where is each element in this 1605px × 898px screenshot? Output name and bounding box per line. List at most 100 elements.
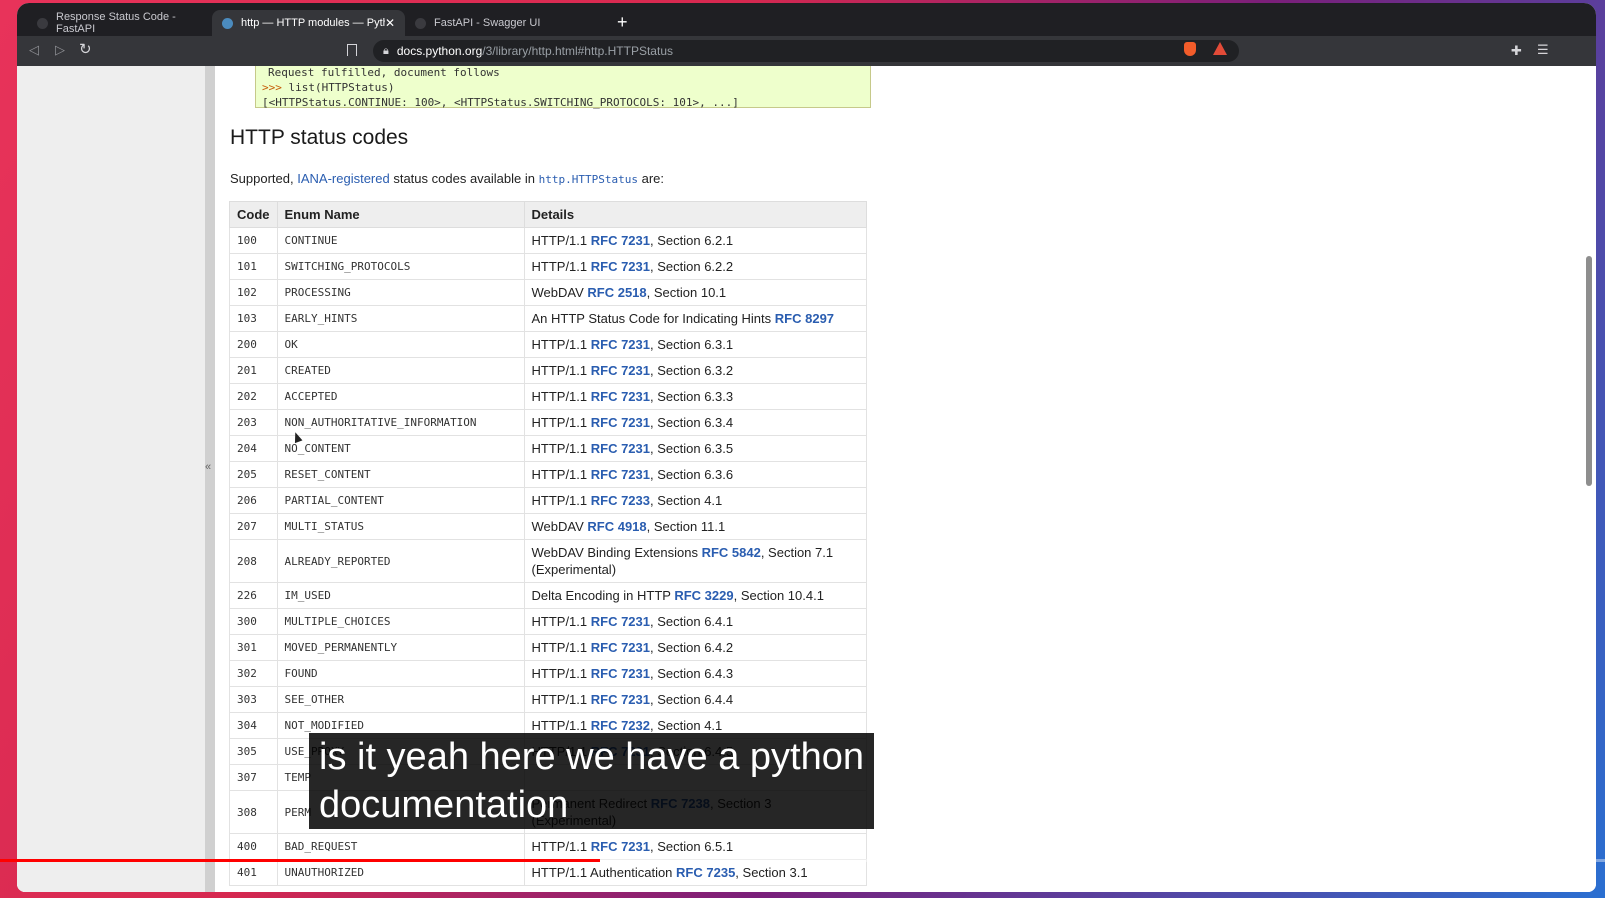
details-text: , Section 6.3.3 bbox=[650, 389, 734, 404]
table-row: 100 CONTINUE HTTP/1.1 RFC 7231, Section 6.… bbox=[229, 227, 867, 254]
brave-shields-icon[interactable] bbox=[1184, 42, 1196, 56]
rfc-link[interactable]: RFC 7231 bbox=[591, 467, 650, 482]
section-intro: Supported, IANA-registered status codes … bbox=[230, 171, 664, 186]
details-text: , Section 4.1 bbox=[650, 718, 723, 733]
details-text: , Section 6.4.3 bbox=[650, 666, 734, 681]
rfc-link[interactable]: RFC 3229 bbox=[674, 588, 733, 603]
status-code-cell: 208 bbox=[229, 539, 278, 583]
rfc-link[interactable]: RFC 2518 bbox=[587, 285, 646, 300]
table-row: 207 MULTI_STATUS WebDAV RFC 4918, Section … bbox=[229, 513, 867, 540]
table-row: 205 RESET_CONTENT HTTP/1.1 RFC 7231, Secti… bbox=[229, 461, 867, 488]
table-row: 208 ALREADY_REPORTED WebDAV Binding Extens… bbox=[229, 539, 867, 583]
enum-name-cell: MULTIPLE_CHOICES bbox=[276, 608, 525, 635]
column-header-details: Details bbox=[523, 201, 867, 228]
table-row: 303 SEE_OTHER HTTP/1.1 RFC 7231, Section 6… bbox=[229, 686, 867, 713]
status-code-cell: 207 bbox=[229, 513, 278, 540]
back-icon[interactable]: ◁ bbox=[29, 42, 39, 58]
status-code-cell: 308 bbox=[229, 790, 278, 834]
tab-http-modules[interactable]: http — HTTP modules — Pytho ✕ bbox=[212, 10, 405, 36]
status-code-cell: 206 bbox=[229, 487, 278, 514]
details-text: HTTP/1.1 bbox=[531, 233, 588, 248]
forward-icon[interactable]: ▷ bbox=[55, 42, 65, 58]
table-row: 102 PROCESSING WebDAV RFC 2518, Section 10… bbox=[229, 279, 867, 306]
details-text: HTTP/1.1 bbox=[531, 337, 588, 352]
close-tab-icon[interactable]: ✕ bbox=[385, 16, 395, 30]
table-row: 204 NO_CONTENT HTTP/1.1 RFC 7231, Section … bbox=[229, 435, 867, 462]
rfc-link[interactable]: RFC 7231 bbox=[591, 614, 650, 629]
rfc-link[interactable]: RFC 7233 bbox=[591, 493, 650, 508]
rfc-link[interactable]: RFC 7231 bbox=[591, 839, 650, 854]
enum-name-cell: FOUND bbox=[276, 660, 525, 687]
tab-response-status-code[interactable]: Response Status Code - FastAPI bbox=[27, 10, 212, 36]
enum-name-cell: ACCEPTED bbox=[276, 383, 525, 410]
details-text: , Section 6.5.1 bbox=[650, 839, 734, 854]
python-favicon-icon bbox=[222, 17, 233, 29]
details-text: , Section 3.1 bbox=[735, 865, 808, 880]
rfc-link[interactable]: RFC 7232 bbox=[591, 718, 650, 733]
address-bar[interactable]: 🔒︎ docs.python.org /3/library/http.html#… bbox=[373, 40, 1239, 62]
status-code-cell: 302 bbox=[229, 660, 278, 687]
details-cell: HTTP/1.1 RFC 7231, Section 6.3.5 bbox=[523, 435, 867, 462]
lock-icon: 🔒︎ bbox=[383, 44, 389, 57]
rfc-link[interactable]: RFC 7231 bbox=[591, 337, 650, 352]
video-progress-track[interactable] bbox=[600, 859, 1605, 862]
rfc-link[interactable]: RFC 7231 bbox=[591, 441, 650, 456]
details-cell: HTTP/1.1 RFC 7231, Section 6.4.4 bbox=[523, 686, 867, 713]
code-line: >>> list(HTTPStatus) bbox=[262, 80, 864, 95]
video-progress-bar[interactable] bbox=[0, 859, 601, 862]
details-text: , Section 10.4.1 bbox=[733, 588, 824, 603]
details-text: HTTP/1.1 bbox=[531, 389, 588, 404]
menu-icon[interactable]: ☰ bbox=[1537, 42, 1549, 58]
table-row: 302 FOUND HTTP/1.1 RFC 7231, Section 6.4.3 bbox=[229, 660, 867, 687]
code-line: Request fulfilled, document follows bbox=[268, 66, 500, 79]
details-cell: HTTP/1.1 RFC 7231, Section 6.2.1 bbox=[523, 227, 867, 254]
tab-swagger-ui[interactable]: FastAPI - Swagger UI bbox=[405, 10, 595, 36]
rfc-link[interactable]: RFC 7231 bbox=[591, 389, 650, 404]
status-code-cell: 203 bbox=[229, 409, 278, 436]
bookmark-icon[interactable] bbox=[347, 44, 357, 56]
enum-name-cell: SEE_OTHER bbox=[276, 686, 525, 713]
table-row: 201 CREATED HTTP/1.1 RFC 7231, Section 6.3… bbox=[229, 357, 867, 384]
intro-text: status codes available in bbox=[393, 171, 535, 186]
rfc-link[interactable]: RFC 7231 bbox=[591, 233, 650, 248]
details-text: HTTP/1.1 bbox=[531, 640, 588, 655]
details-cell: HTTP/1.1 RFC 7231, Section 6.4.2 bbox=[523, 634, 867, 661]
rfc-link[interactable]: RFC 7231 bbox=[591, 666, 650, 681]
enum-name-cell: RESET_CONTENT bbox=[276, 461, 525, 488]
tab-strip: Response Status Code - FastAPI http — HT… bbox=[17, 3, 1596, 36]
status-code-cell: 400 bbox=[229, 833, 278, 860]
rfc-link[interactable]: RFC 7235 bbox=[676, 865, 735, 880]
extensions-icon[interactable]: ✚ bbox=[1511, 43, 1522, 59]
rfc-link[interactable]: RFC 7231 bbox=[591, 363, 650, 378]
details-text: , Section 6.3.5 bbox=[650, 441, 734, 456]
rfc-link[interactable]: RFC 8297 bbox=[775, 311, 834, 326]
status-code-cell: 200 bbox=[229, 331, 278, 358]
rfc-link[interactable]: RFC 5842 bbox=[702, 545, 761, 560]
rfc-link[interactable]: RFC 4918 bbox=[587, 519, 646, 534]
new-tab-icon[interactable]: + bbox=[617, 13, 628, 31]
scrollbar-thumb[interactable] bbox=[1586, 256, 1592, 486]
reload-icon[interactable]: ↻ bbox=[79, 40, 92, 58]
fastapi-favicon-icon bbox=[415, 17, 426, 29]
details-text: , Section 6.3.4 bbox=[650, 415, 734, 430]
details-text: WebDAV Binding Extensions bbox=[531, 545, 698, 560]
rfc-link[interactable]: RFC 7231 bbox=[591, 259, 650, 274]
httpstatus-code-ref[interactable]: http.HTTPStatus bbox=[539, 173, 638, 186]
table-row: 226 IM_USED Delta Encoding in HTTP RFC 322… bbox=[229, 582, 867, 609]
rfc-link[interactable]: RFC 7231 bbox=[591, 415, 650, 430]
status-code-cell: 100 bbox=[229, 227, 278, 254]
section-title: HTTP status codes bbox=[230, 126, 409, 149]
tab-label: FastAPI - Swagger UI bbox=[434, 17, 541, 29]
iana-registered-link[interactable]: IANA-registered bbox=[297, 171, 389, 186]
details-cell: HTTP/1.1 RFC 7231, Section 6.3.2 bbox=[523, 357, 867, 384]
browser-toolbar: ◁ ▷ ↻ 🔒︎ docs.python.org /3/library/http… bbox=[17, 36, 1596, 66]
enum-name-cell: UNAUTHORIZED bbox=[276, 859, 525, 886]
rfc-link[interactable]: RFC 7231 bbox=[591, 692, 650, 707]
enum-name-cell: BAD_REQUEST bbox=[276, 833, 525, 860]
details-text: , Section 6.2.1 bbox=[650, 233, 734, 248]
rfc-link[interactable]: RFC 7231 bbox=[591, 640, 650, 655]
details-text: , Section 6.3.2 bbox=[650, 363, 734, 378]
brave-rewards-icon[interactable] bbox=[1213, 42, 1227, 55]
collapse-sidebar-icon[interactable]: « bbox=[205, 461, 211, 473]
details-cell: HTTP/1.1 RFC 7231, Section 6.3.3 bbox=[523, 383, 867, 410]
